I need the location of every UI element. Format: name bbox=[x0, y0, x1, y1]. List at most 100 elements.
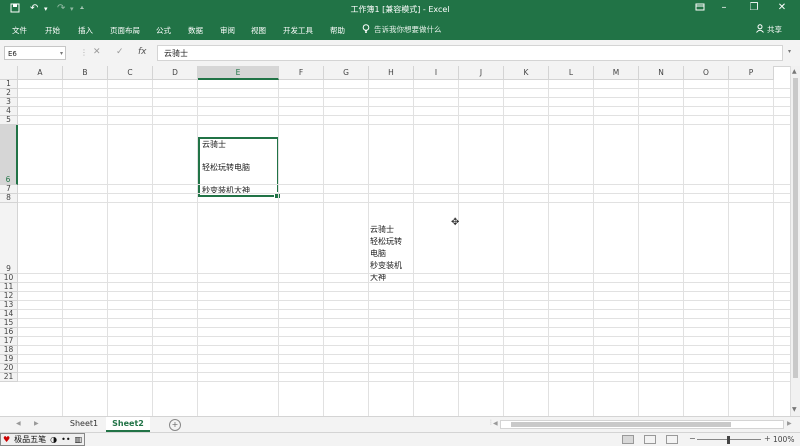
column-header-l[interactable]: L bbox=[549, 66, 594, 80]
column-header-i[interactable]: I bbox=[414, 66, 459, 80]
insert-function-icon[interactable]: fx bbox=[138, 47, 147, 57]
gridline-vertical bbox=[368, 80, 369, 416]
add-sheet-button[interactable]: + bbox=[169, 419, 181, 431]
gridline-vertical bbox=[413, 80, 414, 416]
gridline-horizontal bbox=[18, 184, 790, 185]
formula-bar-grip-icon: ⋮ bbox=[80, 48, 88, 57]
scroll-right-icon[interactable]: ▶ bbox=[787, 420, 792, 427]
column-header-o[interactable]: O bbox=[684, 66, 729, 80]
cell-H9[interactable]: 云骑士 轻松玩转 电脑 秒变装机 大神 bbox=[370, 224, 414, 284]
scroll-left-icon[interactable]: ◀ bbox=[493, 420, 498, 427]
horizontal-scrollbar[interactable] bbox=[500, 420, 784, 429]
sheet-tab-sheet1[interactable]: Sheet1 bbox=[64, 417, 104, 432]
column-header-f[interactable]: F bbox=[279, 66, 324, 80]
gridline-horizontal bbox=[18, 106, 790, 107]
ime-toolbar[interactable]: ♥ 极品五笔 ◑ •• ▥ bbox=[0, 433, 86, 446]
cell-text-line: 电脑 bbox=[370, 249, 386, 258]
tab-file[interactable]: 文件 bbox=[12, 25, 27, 36]
tab-formulas[interactable]: 公式 bbox=[156, 25, 171, 36]
lightbulb-icon bbox=[362, 24, 370, 35]
column-header-h[interactable]: H bbox=[369, 66, 414, 80]
gridline-horizontal bbox=[18, 202, 790, 203]
row-header-5[interactable]: 5 bbox=[0, 115, 18, 125]
gridline-horizontal bbox=[18, 336, 790, 337]
share-button[interactable]: 共享 bbox=[767, 24, 782, 35]
gridline-horizontal bbox=[18, 282, 790, 283]
page-break-view-icon[interactable] bbox=[666, 435, 678, 444]
tab-developer[interactable]: 开发工具 bbox=[283, 25, 313, 36]
column-header-g[interactable]: G bbox=[324, 66, 369, 80]
cell-area[interactable]: 云骑士 轻松玩转电脑 秒变装机大神 云骑士 轻松玩转 电脑 秒变装机 大神 bbox=[18, 80, 790, 416]
scroll-up-icon[interactable]: ▲ bbox=[792, 68, 797, 75]
zoom-in-icon[interactable]: + bbox=[764, 434, 771, 443]
cancel-icon[interactable]: ✕ bbox=[93, 47, 101, 57]
chevron-down-icon[interactable]: ▾ bbox=[60, 47, 63, 61]
gridline-horizontal bbox=[18, 88, 790, 89]
cell-text-line: 轻松玩转电脑 bbox=[202, 163, 250, 172]
column-header-d[interactable]: D bbox=[153, 66, 198, 80]
ime-punctuation-icon[interactable]: •• bbox=[59, 435, 72, 444]
ime-logo-icon: ♥ bbox=[3, 435, 11, 444]
tab-view[interactable]: 视图 bbox=[251, 25, 266, 36]
cell-text-line: 云骑士 bbox=[370, 225, 394, 234]
vertical-scroll-thumb[interactable] bbox=[793, 78, 798, 378]
gridline-horizontal bbox=[18, 300, 790, 301]
tab-insert[interactable]: 插入 bbox=[78, 25, 93, 36]
column-header-j[interactable]: J bbox=[459, 66, 504, 80]
tab-help[interactable]: 帮助 bbox=[330, 25, 345, 36]
gridline-horizontal bbox=[18, 97, 790, 98]
column-header-k[interactable]: K bbox=[504, 66, 549, 80]
vertical-scrollbar[interactable]: ▲ ▼ bbox=[790, 66, 800, 416]
sheet-next-icon[interactable]: ▶ bbox=[34, 420, 39, 427]
tab-review[interactable]: 审阅 bbox=[220, 25, 235, 36]
column-header-a[interactable]: A bbox=[18, 66, 63, 80]
ribbon-display-icon[interactable] bbox=[688, 2, 712, 15]
cell-E6[interactable]: 云骑士 轻松玩转电脑 秒变装机大神 bbox=[198, 137, 281, 199]
formula-input[interactable]: 云骑士 bbox=[157, 45, 783, 61]
column-header-c[interactable]: C bbox=[108, 66, 153, 80]
select-all-button[interactable] bbox=[0, 66, 18, 80]
gridline-vertical bbox=[773, 80, 774, 416]
ime-softkeyboard-icon[interactable]: ▥ bbox=[73, 435, 85, 444]
gridline-horizontal bbox=[18, 381, 790, 382]
zoom-level[interactable]: 100% bbox=[773, 435, 794, 444]
person-icon[interactable] bbox=[756, 24, 764, 35]
row-header-8[interactable]: 8 bbox=[0, 193, 18, 203]
ime-halfwidth-icon[interactable]: ◑ bbox=[48, 435, 59, 444]
gridline-horizontal bbox=[18, 309, 790, 310]
column-header-n[interactable]: N bbox=[639, 66, 684, 80]
column-header-m[interactable]: M bbox=[594, 66, 639, 80]
sheet-tab-sheet2[interactable]: Sheet2 bbox=[106, 417, 150, 432]
column-header-b[interactable]: B bbox=[63, 66, 108, 80]
name-box[interactable]: E6 ▾ bbox=[4, 46, 66, 60]
normal-view-icon[interactable] bbox=[622, 435, 634, 444]
crosshair-cursor-icon: ✥ bbox=[451, 217, 460, 228]
row-header-9[interactable]: 9 bbox=[0, 203, 18, 274]
title-bar: ↶ ▾ ↷ ▾ ⩡ 工作簿1 [兼容模式] - Excel – ❐ ✕ bbox=[0, 0, 800, 19]
tell-me-box[interactable]: 告诉我你想要做什么 bbox=[374, 24, 442, 35]
enter-icon[interactable]: ✓ bbox=[116, 47, 124, 57]
worksheet-grid[interactable]: ABCDEFGHIJKLMNOP 1 2 3 4 5 6 7 8 9 10 11 12 13 14 15 16… bbox=[0, 66, 800, 416]
minimize-icon[interactable]: – bbox=[712, 2, 736, 13]
row-header-6[interactable]: 6 bbox=[0, 125, 18, 185]
restore-icon[interactable]: ❐ bbox=[742, 2, 766, 13]
row-header-21[interactable]: 21 bbox=[0, 372, 18, 382]
close-icon[interactable]: ✕ bbox=[770, 2, 794, 13]
page-layout-view-icon[interactable] bbox=[644, 435, 656, 444]
tab-home[interactable]: 开始 bbox=[45, 25, 60, 36]
gridline-horizontal bbox=[18, 345, 790, 346]
zoom-slider-knob[interactable] bbox=[727, 436, 730, 444]
expand-formula-bar-icon[interactable]: ▾ bbox=[788, 48, 791, 55]
gridline-vertical bbox=[152, 80, 153, 416]
zoom-out-icon[interactable]: − bbox=[689, 434, 696, 443]
sheet-prev-icon[interactable]: ◀ bbox=[16, 420, 21, 427]
scroll-down-icon[interactable]: ▼ bbox=[792, 406, 797, 413]
column-header-e[interactable]: E bbox=[198, 66, 279, 80]
column-header-p[interactable]: P bbox=[729, 66, 774, 80]
gridline-vertical bbox=[62, 80, 63, 416]
tab-data[interactable]: 数据 bbox=[188, 25, 203, 36]
gridline-horizontal bbox=[18, 124, 790, 125]
ime-name[interactable]: 极品五笔 bbox=[12, 434, 48, 445]
tab-page-layout[interactable]: 页面布局 bbox=[110, 25, 140, 36]
horizontal-scroll-thumb[interactable] bbox=[511, 422, 731, 427]
